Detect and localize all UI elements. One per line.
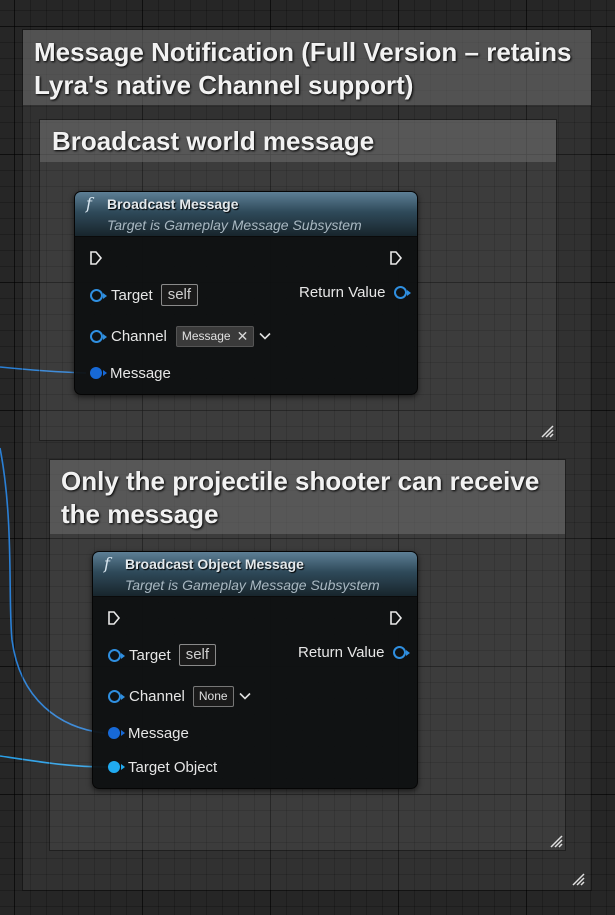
exec-pin-icon <box>390 251 403 265</box>
pin-label: Message <box>128 724 189 742</box>
struct-pin-icon <box>108 727 125 739</box>
node-title: Broadcast Message <box>107 196 239 212</box>
exec-out-pin[interactable] <box>389 608 403 628</box>
pin-label: Message <box>110 364 171 382</box>
target-pin[interactable]: Target self <box>90 284 199 306</box>
pin-label: Target <box>111 286 153 304</box>
object-reference-pin-icon <box>108 761 125 773</box>
function-icon: f <box>86 194 92 213</box>
exec-pin-icon <box>108 611 121 625</box>
tag-label: Message <box>181 328 231 343</box>
resize-grip-icon[interactable] <box>540 424 554 438</box>
channel-pin[interactable]: Channel None <box>108 685 251 707</box>
exec-pin-icon <box>90 251 103 265</box>
object-pin-icon <box>393 645 411 659</box>
message-pin[interactable]: Message <box>108 723 189 743</box>
chevron-down-icon[interactable] <box>239 692 251 700</box>
target-self-field[interactable]: self <box>178 644 217 666</box>
target-object-pin[interactable]: Target Object <box>108 757 217 777</box>
resize-grip-icon[interactable] <box>571 872 585 886</box>
exec-out-pin[interactable] <box>389 248 403 268</box>
return-value-pin[interactable]: Return Value <box>298 642 411 662</box>
object-pin-icon <box>108 648 125 662</box>
pin-label: Channel <box>111 327 167 345</box>
node-broadcast-object-message[interactable]: f Broadcast Object Message Target is Gam… <box>92 551 418 789</box>
channel-tag-chip[interactable]: Message ✕ <box>175 325 255 347</box>
node-title: Broadcast Object Message <box>125 556 304 572</box>
return-value-pin[interactable]: Return Value <box>299 282 412 302</box>
node-subtitle: Target is Gameplay Message Subsystem <box>125 577 380 593</box>
node-header[interactable]: f Broadcast Object Message Target is Gam… <box>93 552 417 597</box>
object-pin-icon <box>108 689 125 703</box>
pin-label: Target Object <box>128 758 218 776</box>
exec-pin-icon <box>390 611 403 625</box>
pin-label: Return Value <box>298 643 385 661</box>
comment-title[interactable]: Only the projectile shooter can receive … <box>50 460 565 534</box>
resize-grip-icon[interactable] <box>549 834 563 848</box>
comment-title[interactable]: Message Notification (Full Version – ret… <box>23 30 591 105</box>
object-pin-icon <box>90 288 107 302</box>
node-subtitle: Target is Gameplay Message Subsystem <box>107 217 362 233</box>
function-icon: f <box>104 554 110 573</box>
target-self-field[interactable]: self <box>160 284 199 306</box>
object-pin-icon <box>90 329 107 343</box>
pin-label: Channel <box>129 687 185 705</box>
channel-value-field[interactable]: None <box>192 685 234 707</box>
node-broadcast-message[interactable]: f Broadcast Message Target is Gameplay M… <box>74 191 418 395</box>
pin-label: Return Value <box>299 283 386 301</box>
exec-in-pin[interactable] <box>107 608 121 628</box>
node-header[interactable]: f Broadcast Message Target is Gameplay M… <box>75 192 417 237</box>
close-icon[interactable]: ✕ <box>237 327 249 346</box>
target-pin[interactable]: Target self <box>108 644 217 666</box>
comment-title[interactable]: Broadcast world message <box>40 120 556 162</box>
exec-in-pin[interactable] <box>89 248 103 268</box>
struct-pin-icon <box>90 367 107 379</box>
channel-pin[interactable]: Channel Message ✕ <box>90 325 271 347</box>
object-pin-icon <box>394 285 412 299</box>
pin-label: Target <box>129 646 171 664</box>
chevron-down-icon[interactable] <box>259 332 271 340</box>
message-pin[interactable]: Message <box>90 363 171 383</box>
